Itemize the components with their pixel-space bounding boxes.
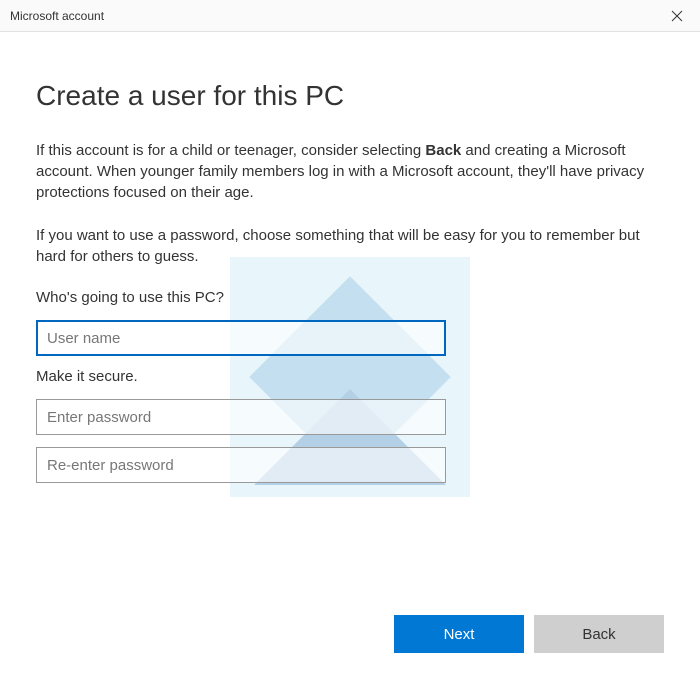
footer-buttons: Next Back [394,615,664,653]
close-button[interactable] [654,0,700,32]
username-input[interactable] [36,320,446,356]
reenter-password-input[interactable] [36,447,446,483]
intro-paragraph-1-pre: If this account is for a child or teenag… [36,142,425,159]
who-label: Who's going to use this PC? [36,289,664,306]
window-title: Microsoft account [10,9,104,23]
page-title: Create a user for this PC [36,80,664,112]
secure-label: Make it secure. [36,368,664,385]
next-button[interactable]: Next [394,615,524,653]
intro-paragraph-1-bold: Back [425,142,461,159]
password-input[interactable] [36,399,446,435]
back-button[interactable]: Back [534,615,664,653]
intro-paragraph-1: If this account is for a child or teenag… [36,140,656,203]
intro-paragraph-2: If you want to use a password, choose so… [36,225,656,267]
titlebar: Microsoft account [0,0,700,32]
close-icon [671,10,683,22]
